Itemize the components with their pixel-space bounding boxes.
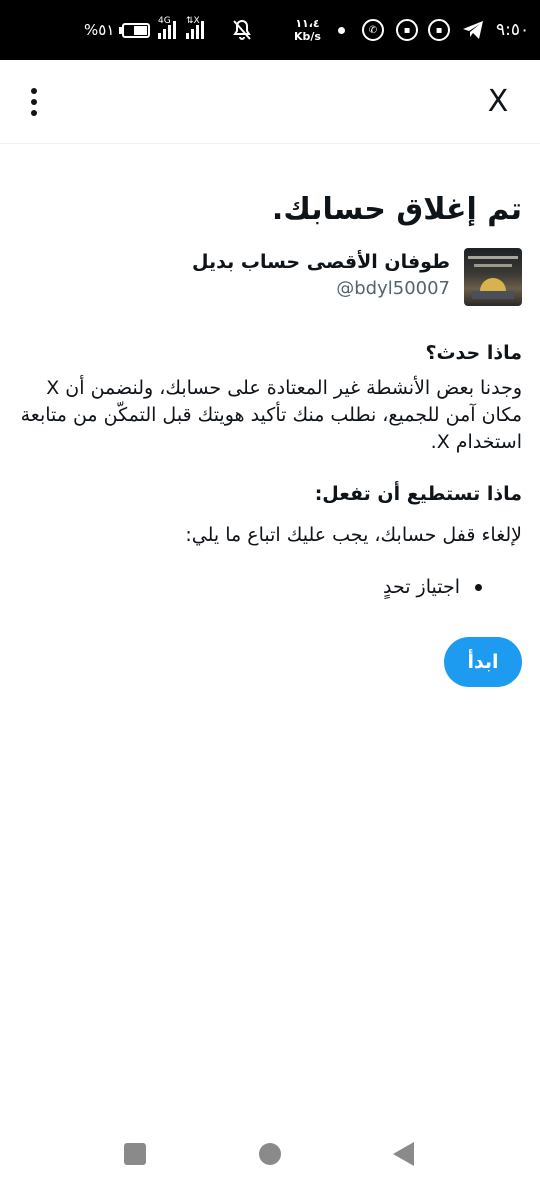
what-to-do-heading: ماذا تستطيع أن تفعل: — [314, 483, 522, 505]
app-notification-icon: ▪ — [396, 0, 418, 60]
step-label: اجتياز تحدٍ — [382, 576, 460, 598]
account-name: طوفان الأقصى حساب بديل — [192, 251, 450, 273]
signal-icon: 4G — [158, 0, 176, 60]
more-options-icon[interactable] — [22, 84, 46, 120]
what-happened-heading: ماذا حدث؟ — [425, 342, 522, 364]
whatsapp-icon: ✆ — [362, 0, 384, 60]
app-notification-icon: ▪ — [428, 0, 450, 60]
close-button[interactable]: X — [478, 82, 518, 122]
start-button[interactable]: ابدأ — [444, 637, 522, 687]
account-card: طوفان الأقصى حساب بديل @bdyl50007 — [20, 248, 522, 312]
mute-icon — [232, 0, 252, 60]
network-type-label: 4G — [158, 16, 171, 26]
battery-icon — [118, 0, 150, 60]
recents-button[interactable] — [124, 1143, 146, 1165]
network-type-label: ⇅X — [186, 16, 200, 26]
what-happened-text: وجدنا بعض الأنشطة غير المعتادة على حسابك… — [20, 377, 522, 453]
what-to-do-text: لإلغاء قفل حسابك، يجب عليك اتباع ما يلي: — [185, 524, 522, 546]
status-bar: %٥١ 4G ⇅X ١١،٤ Kb/s ✆ ▪ ▪ ٩:٥٠ — [0, 0, 540, 60]
main-content: تم إغلاق حسابك. طوفان الأقصى حساب بديل @… — [20, 144, 522, 687]
clock: ٩:٥٠ — [496, 20, 530, 40]
system-nav-bar — [0, 1128, 540, 1200]
home-button[interactable] — [259, 1143, 281, 1165]
list-item: اجتياز تحدٍ — [20, 573, 522, 601]
telegram-icon — [462, 0, 484, 60]
battery-percent: %٥١ — [84, 21, 115, 39]
avatar — [464, 248, 522, 306]
page-title: تم إغلاق حسابك. — [271, 192, 522, 227]
network-speed-unit: Kb/s — [294, 30, 321, 43]
back-button[interactable] — [393, 1142, 414, 1166]
bullet-icon — [475, 584, 482, 591]
network-speed-value: ١١،٤ — [295, 17, 320, 30]
signal-icon: ⇅X — [186, 0, 204, 60]
network-speed: ١١،٤ Kb/s — [294, 0, 321, 60]
top-bar: X — [0, 60, 540, 144]
dot-icon — [338, 0, 345, 60]
account-handle: @bdyl50007 — [336, 278, 450, 299]
